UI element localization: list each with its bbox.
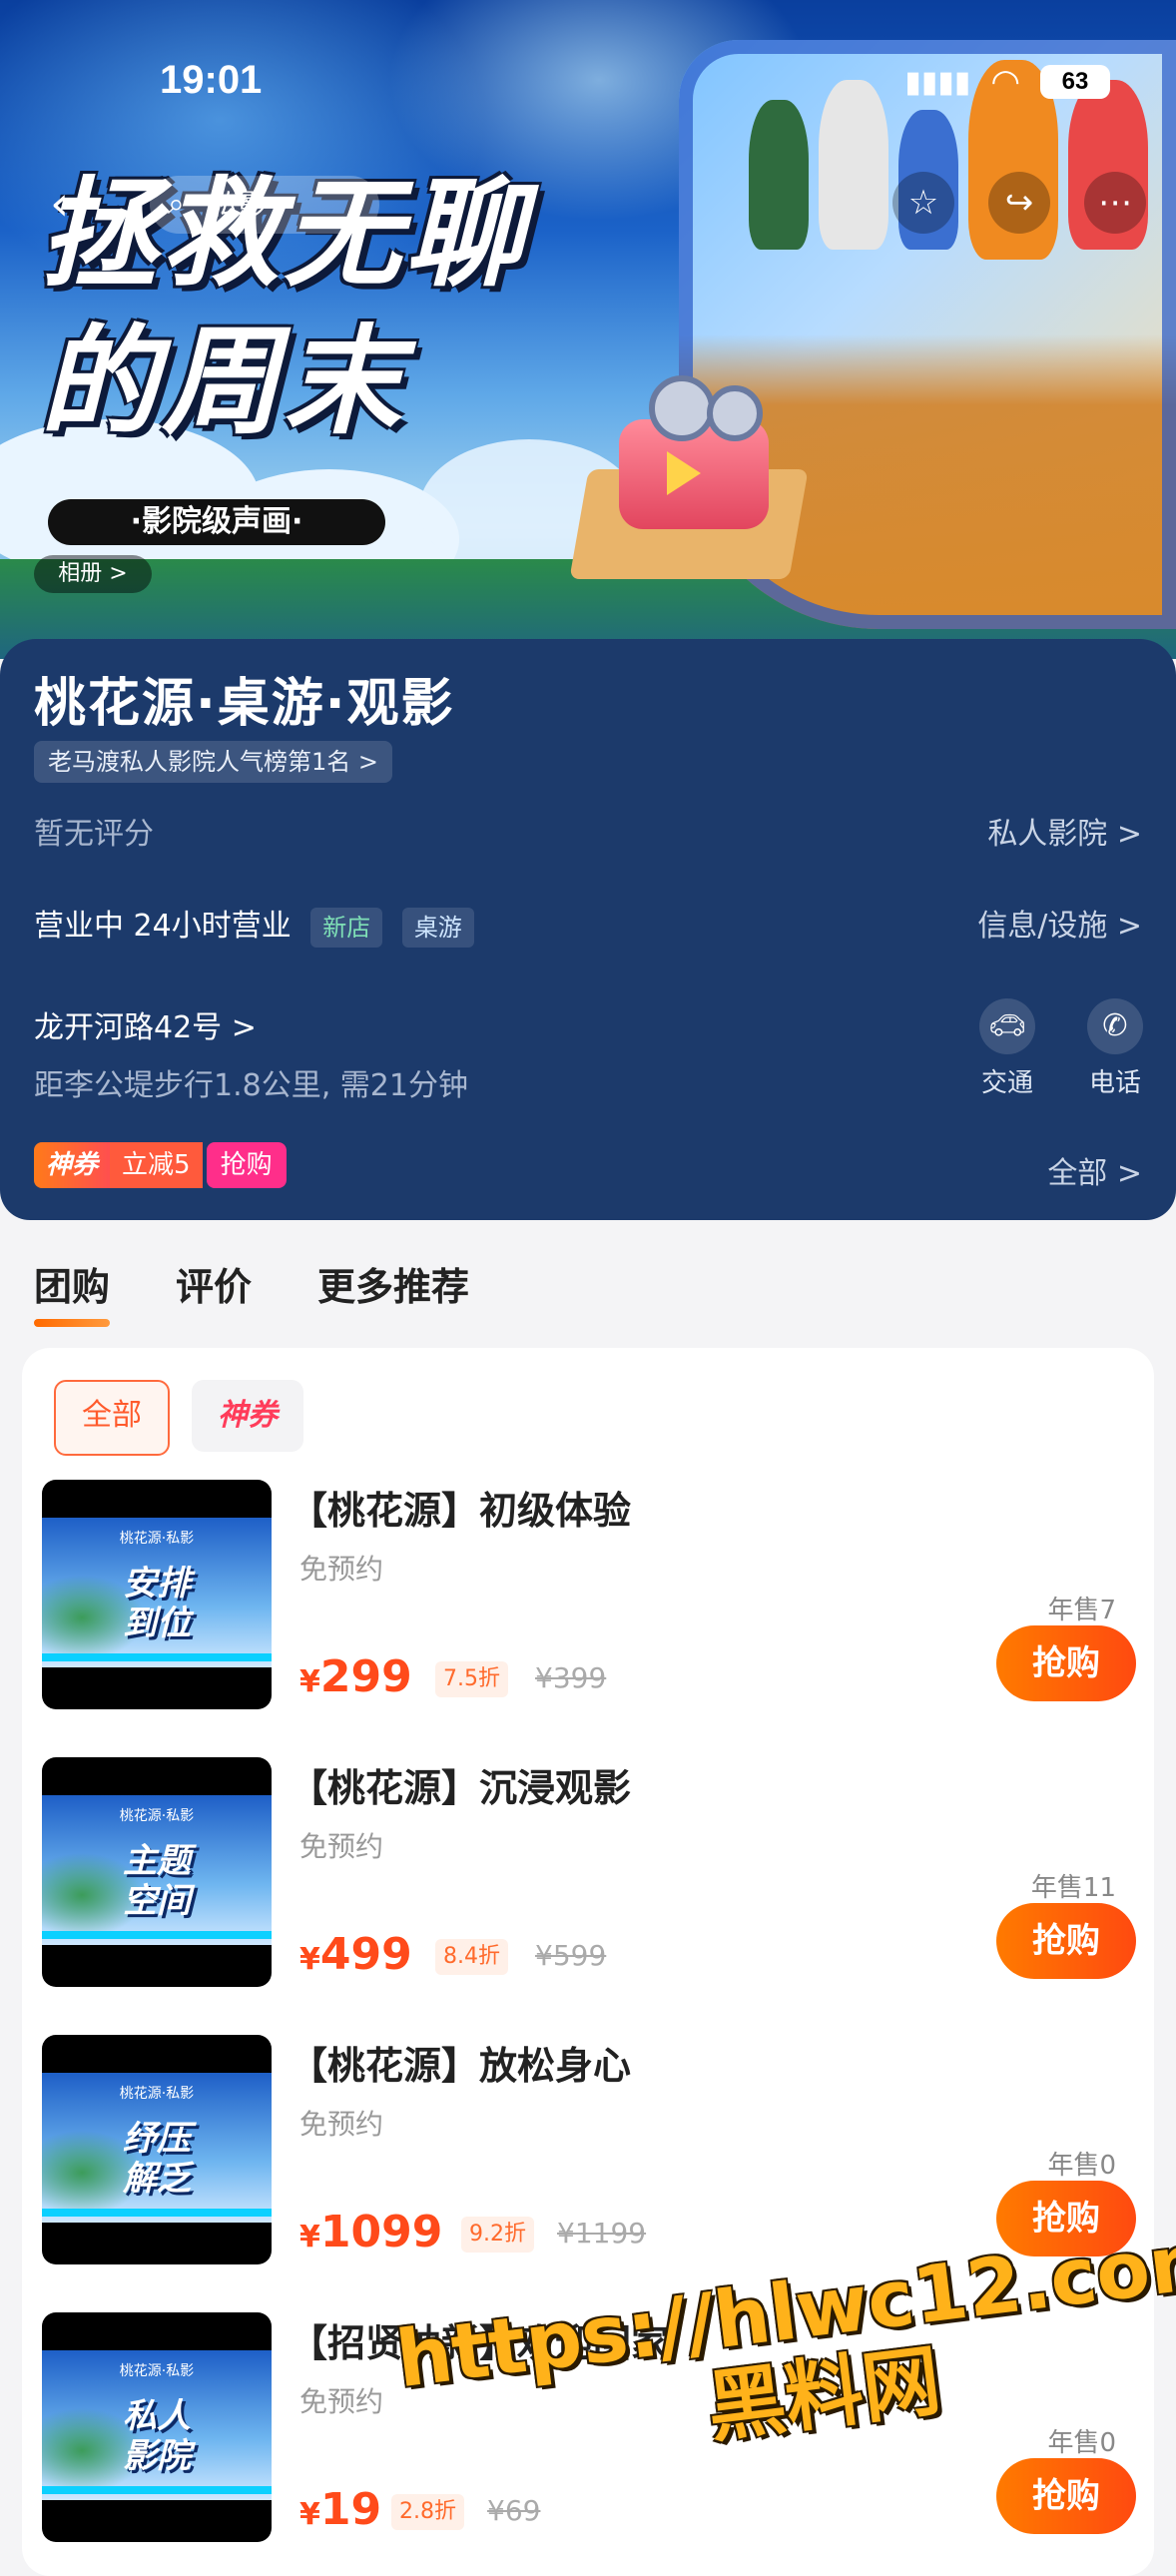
deal-discount: 8.4折 — [435, 1939, 508, 1975]
top-nav-bar: ‹ ⌕ 私影 ☆ ↪ ⋯ — [0, 170, 1176, 242]
deal-subtitle: 免预约 — [299, 2385, 384, 2418]
buy-button[interactable]: 抢购 — [996, 1625, 1136, 1701]
deal-sold-count: 年售11 — [1030, 1873, 1116, 1903]
coupon-strip[interactable]: 神券 立减5 抢购 — [34, 1142, 287, 1188]
deal-original-price: ¥1199 — [557, 2217, 647, 2250]
deal-sold-count: 年售7 — [1047, 1596, 1116, 1625]
system-icons: ▮▮▮▮ ◠ 63 — [904, 62, 1110, 102]
coupon-brand: 神券 — [34, 1142, 111, 1188]
section-tabs: 团购 评价 更多推荐 — [34, 1256, 469, 1327]
transit-label: 交通 — [980, 1068, 1033, 1098]
tag-board-game: 桌游 — [401, 907, 474, 948]
category-link[interactable]: 私人影院 > — [987, 809, 1142, 853]
deal-original-price: ¥69 — [487, 2494, 541, 2527]
filter-super-coupon[interactable]: 神券 — [192, 1380, 303, 1452]
rating-text: 暂无评分 — [34, 817, 154, 852]
deal-subtitle: 免预约 — [299, 1553, 384, 1586]
hero-banner[interactable]: 拯救无聊 的周末 ·影院级声画· 相册 > 19:01 ▮▮▮▮ ◠ 63 ‹ … — [0, 0, 1176, 659]
deal-original-price: ¥399 — [535, 1661, 607, 1694]
search-icon: ⌕ — [168, 187, 185, 222]
nav-actions: ☆ ↪ ⋯ — [892, 172, 1146, 234]
share-icon[interactable]: ↪ — [988, 172, 1050, 234]
car-icon: 🚗︎ — [979, 998, 1035, 1054]
deal-discount: 7.5折 — [435, 1661, 508, 1697]
all-coupons-link[interactable]: 全部 > — [1047, 1148, 1142, 1192]
hero-feature-pill: ·影院级声画· — [48, 499, 385, 545]
deal-discount: 2.8折 — [391, 2494, 464, 2530]
search-input[interactable]: ⌕ 私影 — [150, 176, 379, 234]
thumb-brand: 桃花源·私影 — [119, 1808, 195, 1824]
business-hours: 营业中 24小时营业 — [34, 909, 292, 944]
deal-price: ¥19 — [299, 2484, 382, 2535]
thumb-brand: 桃花源·私影 — [119, 1531, 195, 1547]
store-name: 桃花源·桌游·观影 — [34, 674, 455, 734]
deal-price: ¥1099 — [299, 2207, 443, 2257]
more-icon[interactable]: ⋯ — [1084, 172, 1146, 234]
thumb-brand: 桃花源·私影 — [119, 2086, 195, 2102]
deal-item[interactable]: 桃花源·私影 纾压 解乏 【桃花源】放松身心 免预约 ¥1099 9.2折 ¥1… — [42, 2035, 1136, 2274]
store-info-card: 桃花源·桌游·观影 老马渡私人影院人气榜第1名 > 暂无评分 私人影院 > 营业… — [0, 639, 1176, 1220]
deal-original-price: ¥599 — [535, 1939, 607, 1972]
wifi-icon: ◠ — [990, 62, 1020, 102]
info-facilities-link[interactable]: 信息/设施 > — [977, 901, 1142, 945]
transit-button[interactable]: 🚗︎ 交通 — [962, 998, 1052, 1099]
deal-item[interactable]: 桃花源·私影 主题 空间 【桃花源】沉浸观影 免预约 ¥499 8.4折 ¥59… — [42, 1757, 1136, 1997]
deal-title: 【桃花源】放松身心 — [290, 2044, 632, 2088]
favorite-star-icon[interactable]: ☆ — [892, 172, 954, 234]
battery-icon: 63 — [1040, 65, 1110, 99]
deal-price: ¥299 — [299, 1651, 412, 1702]
deal-thumbnail: 桃花源·私影 安排 到位 — [42, 1480, 272, 1709]
coupon-grab-button[interactable]: 抢购 — [206, 1142, 287, 1188]
signal-icon: ▮▮▮▮ — [904, 64, 971, 100]
deal-sold-count: 年售0 — [1047, 2151, 1116, 2181]
deal-thumbnail: 桃花源·私影 主题 空间 — [42, 1757, 272, 1987]
phone-label: 电话 — [1088, 1068, 1141, 1098]
tab-reviews[interactable]: 评价 — [176, 1256, 252, 1327]
thumb-caption: 纾压 解乏 — [123, 2119, 191, 2199]
thumb-caption: 私人 影院 — [123, 2396, 191, 2476]
buy-button[interactable]: 抢购 — [996, 1903, 1136, 1979]
buy-button[interactable]: 抢购 — [996, 2458, 1136, 2534]
tab-more-recommendations[interactable]: 更多推荐 — [317, 1256, 469, 1327]
deal-subtitle: 免预约 — [299, 2108, 384, 2141]
thumb-caption: 主题 空间 — [123, 1841, 191, 1921]
back-chevron-icon[interactable]: ‹ — [50, 180, 69, 228]
phone-icon: ✆ — [1087, 998, 1143, 1054]
hero-title-line2: 的周末 — [40, 313, 406, 450]
deal-item[interactable]: 桃花源·私影 安排 到位 【桃花源】初级体验 免预约 ¥299 7.5折 ¥39… — [42, 1480, 1136, 1719]
tab-group-buy[interactable]: 团购 — [34, 1256, 111, 1327]
ranking-badge[interactable]: 老马渡私人影院人气榜第1名 > — [34, 741, 393, 783]
coupon-discount: 立减5 — [110, 1142, 203, 1188]
status-bar: 19:01 ▮▮▮▮ ◠ 63 — [0, 0, 1176, 130]
deal-title: 【桃花源】沉浸观影 — [290, 1766, 632, 1810]
thumb-caption: 安排 到位 — [123, 1564, 191, 1643]
projector-illustration — [559, 375, 819, 579]
thumb-brand: 桃花源·私影 — [119, 2363, 195, 2379]
album-button[interactable]: 相册 > — [34, 555, 152, 593]
deal-title: 【桃花源】初级体验 — [290, 1489, 632, 1533]
rating-row: 暂无评分 私人影院 > — [34, 809, 1142, 853]
deal-price: ¥499 — [299, 1929, 412, 1980]
deal-thumbnail: 桃花源·私影 纾压 解乏 — [42, 2035, 272, 2264]
deal-subtitle: 免预约 — [299, 1830, 384, 1863]
deal-sold-count: 年售0 — [1047, 2428, 1116, 2458]
hours-row: 营业中 24小时营业 新店 桌游 信息/设施 > — [34, 901, 1142, 948]
filter-all[interactable]: 全部 — [54, 1380, 170, 1456]
phone-button[interactable]: ✆ 电话 — [1070, 998, 1160, 1099]
deal-discount: 9.2折 — [461, 2217, 534, 2253]
search-placeholder: 私影 — [210, 188, 267, 221]
status-time: 19:01 — [160, 58, 263, 102]
deal-thumbnail: 桃花源·私影 私人 影院 — [42, 2312, 272, 2542]
tag-new-store: 新店 — [310, 907, 383, 948]
deal-filters: 全部 神券 — [54, 1380, 303, 1456]
